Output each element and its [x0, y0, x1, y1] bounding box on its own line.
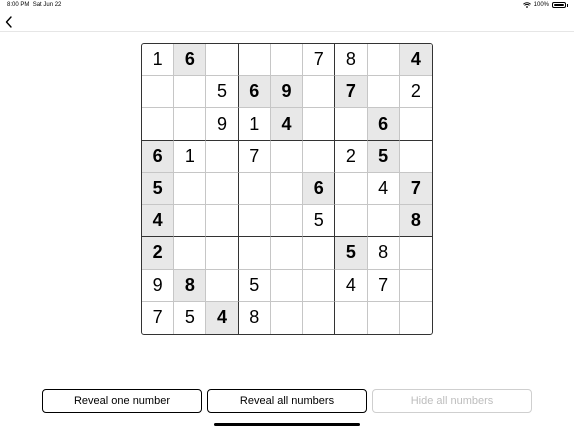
sudoku-cell[interactable]	[399, 237, 432, 270]
sudoku-cell[interactable]	[303, 269, 336, 302]
sudoku-cell[interactable]	[142, 76, 175, 109]
sudoku-cell[interactable]: 8	[399, 205, 432, 238]
sudoku-cell[interactable]	[303, 301, 336, 334]
sudoku-cell[interactable]	[270, 44, 304, 77]
sudoku-cell[interactable]: 4	[206, 301, 239, 334]
sudoku-cell[interactable]	[238, 237, 271, 270]
back-button[interactable]	[3, 14, 17, 30]
sudoku-cell[interactable]: 1	[174, 140, 207, 173]
sudoku-cell[interactable]: 1	[238, 108, 271, 141]
sudoku-cell[interactable]	[270, 237, 304, 270]
sudoku-cell[interactable]	[238, 205, 271, 238]
sudoku-cell[interactable]: 5	[206, 76, 239, 109]
sudoku-cell[interactable]	[206, 205, 239, 238]
battery-percent: 100%	[533, 2, 549, 8]
sudoku-cell[interactable]: 7	[238, 140, 271, 173]
wifi-icon	[522, 2, 531, 8]
sudoku-cell[interactable]	[174, 108, 207, 141]
sudoku-cell[interactable]: 7	[303, 44, 336, 77]
sudoku-cell[interactable]	[335, 172, 368, 206]
sudoku-cell[interactable]: 8	[335, 44, 368, 77]
sudoku-cell[interactable]: 7	[335, 76, 368, 109]
home-indicator	[214, 423, 360, 426]
sudoku-cell[interactable]	[174, 172, 207, 206]
sudoku-cell[interactable]: 8	[367, 237, 400, 270]
sudoku-cell[interactable]: 6	[142, 140, 175, 173]
sudoku-cell[interactable]	[271, 301, 304, 334]
sudoku-cell[interactable]: 5	[335, 237, 368, 270]
battery-tip	[567, 3, 568, 7]
sudoku-cell[interactable]	[367, 44, 400, 77]
sudoku-cell[interactable]: 4	[367, 172, 400, 206]
sudoku-cell[interactable]	[367, 76, 400, 109]
hide-all-button[interactable]: Hide all numbers	[372, 389, 532, 413]
sudoku-cell[interactable]	[270, 269, 304, 302]
sudoku-cell[interactable]: 9	[270, 76, 304, 109]
chevron-left-icon	[5, 16, 12, 28]
sudoku-cell[interactable]	[142, 108, 175, 141]
sudoku-cell[interactable]: 5	[367, 140, 400, 173]
status-bar: 8:00 PM Sat Jun 22 100%	[0, 0, 574, 12]
sudoku-board: 16784569729146617255647458258985477548	[141, 43, 433, 335]
sudoku-cell[interactable]	[303, 76, 336, 109]
sudoku-cell[interactable]	[399, 108, 432, 141]
sudoku-cell[interactable]: 5	[142, 172, 175, 206]
sudoku-cell[interactable]	[206, 44, 239, 77]
sudoku-cell[interactable]: 1	[142, 44, 175, 77]
sudoku-cell[interactable]: 2	[335, 140, 368, 173]
nav-bar	[0, 12, 574, 32]
sudoku-cell[interactable]	[270, 172, 304, 206]
sudoku-cell[interactable]	[206, 140, 239, 173]
sudoku-cell[interactable]	[335, 205, 368, 238]
sudoku-cell[interactable]: 6	[174, 44, 207, 77]
sudoku-cell[interactable]	[400, 302, 432, 334]
sudoku-cell[interactable]	[399, 141, 432, 173]
status-right: 100%	[522, 2, 568, 8]
sudoku-cell[interactable]: 7	[142, 301, 175, 334]
sudoku-cell[interactable]	[174, 237, 207, 270]
reveal-all-button[interactable]: Reveal all numbers	[207, 389, 367, 413]
sudoku-cell[interactable]	[238, 172, 271, 206]
sudoku-cell[interactable]	[174, 76, 207, 109]
status-time: 8:00 PM Sat Jun 22	[7, 2, 61, 8]
sudoku-cell[interactable]	[399, 270, 432, 302]
sudoku-cell[interactable]	[270, 205, 304, 238]
status-date-text: Sat Jun 22	[32, 2, 62, 8]
sudoku-cell[interactable]	[303, 140, 336, 173]
sudoku-cell[interactable]	[238, 44, 271, 77]
sudoku-cell[interactable]: 9	[142, 269, 175, 302]
sudoku-cell[interactable]: 4	[335, 269, 368, 302]
battery-icon	[552, 2, 566, 8]
sudoku-cell[interactable]: 2	[399, 76, 432, 109]
status-time-text: 8:00 PM	[7, 2, 30, 8]
sudoku-cell[interactable]	[174, 205, 207, 238]
sudoku-cell[interactable]: 8	[174, 269, 207, 302]
sudoku-cell[interactable]	[335, 108, 368, 141]
sudoku-cell[interactable]: 8	[239, 301, 271, 334]
sudoku-cell[interactable]: 5	[238, 269, 271, 302]
sudoku-cell[interactable]: 5	[303, 205, 336, 238]
reveal-one-button[interactable]: Reveal one number	[42, 389, 202, 413]
sudoku-cell[interactable]	[303, 237, 336, 270]
sudoku-cell[interactable]: 6	[367, 108, 400, 141]
sudoku-cell[interactable]: 7	[367, 269, 400, 302]
sudoku-cell[interactable]	[303, 108, 336, 141]
sudoku-cell[interactable]: 9	[206, 108, 239, 141]
sudoku-cell[interactable]: 4	[399, 44, 432, 77]
sudoku-cell[interactable]: 5	[174, 301, 207, 334]
sudoku-cell[interactable]	[206, 269, 239, 302]
sudoku-cell[interactable]: 4	[142, 205, 175, 238]
sudoku-cell[interactable]	[206, 172, 239, 206]
sudoku-cell[interactable]: 6	[303, 172, 336, 206]
sudoku-cell[interactable]	[367, 205, 400, 238]
sudoku-cell[interactable]	[270, 140, 304, 173]
sudoku-cell[interactable]	[335, 301, 368, 334]
sudoku-cell[interactable]: 6	[238, 76, 271, 109]
sudoku-cell[interactable]	[368, 301, 400, 334]
sudoku-cell[interactable]	[206, 237, 239, 270]
sudoku-cell[interactable]: 7	[399, 172, 432, 206]
sudoku-cell[interactable]: 2	[142, 237, 175, 270]
sudoku-cell[interactable]: 4	[270, 108, 304, 141]
